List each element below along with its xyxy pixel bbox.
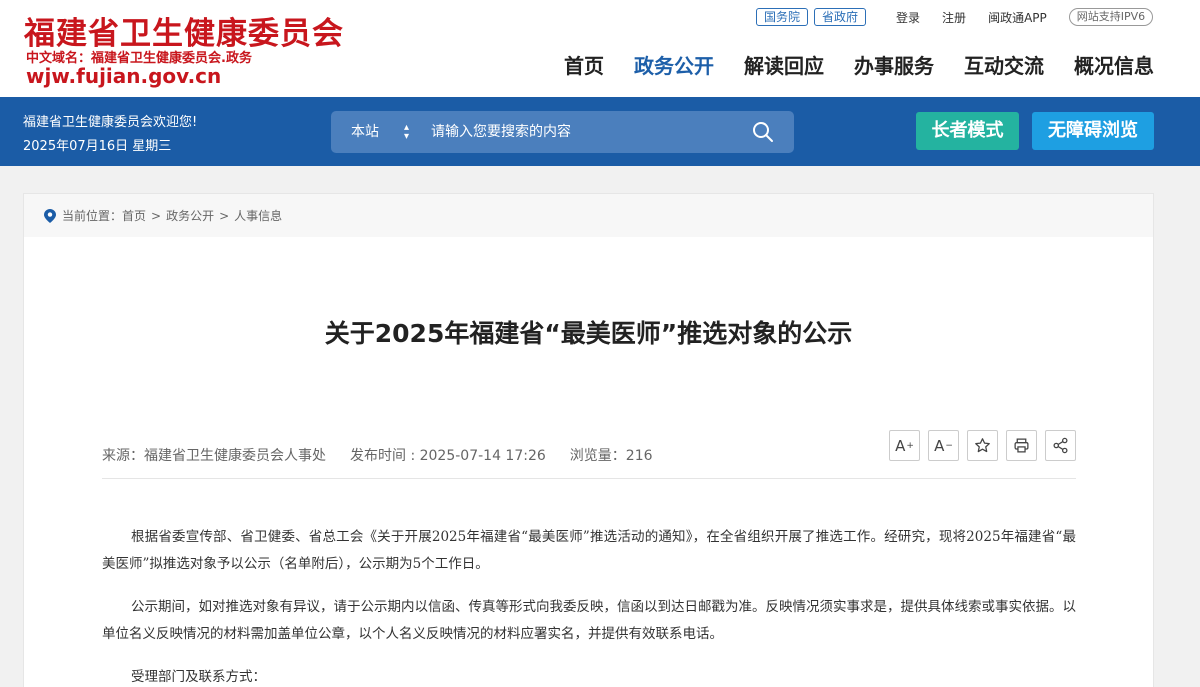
article-tools: A + A − xyxy=(889,430,1076,461)
print-button[interactable] xyxy=(1006,430,1037,461)
province-gov-link[interactable]: 省政府 xyxy=(814,8,867,26)
search-input[interactable] xyxy=(431,117,741,147)
location-pin-icon xyxy=(44,208,56,223)
breadcrumb-separator: > xyxy=(219,208,230,223)
scope-updown-icon[interactable]: ▴ ▾ xyxy=(404,111,409,142)
date-text: 2025年07月16日 星期三 xyxy=(23,139,172,154)
elder-mode-button[interactable]: 长者模式 xyxy=(916,112,1019,150)
nav-gov-affairs[interactable]: 政务公开 xyxy=(634,50,714,79)
breadcrumb-home[interactable]: 首页 xyxy=(122,207,146,224)
article-title: 关于2025年福建省“最美医师”推选对象的公示 xyxy=(324,319,853,348)
star-icon xyxy=(975,438,990,453)
share-button[interactable] xyxy=(1045,430,1076,461)
article-paragraph: 根据省委宣传部、省卫健委、省总工会《关于开展2025年福建省“最美医师”推选活动… xyxy=(102,529,1076,572)
breadcrumb-separator: > xyxy=(151,208,162,223)
article-views: 浏览量：216 xyxy=(569,448,653,464)
welcome-text: 福建省卫生健康委员会欢迎您! xyxy=(23,115,198,130)
article-body: 根据省委宣传部、省卫健委、省总工会《关于开展2025年福建省“最美医师”推选活动… xyxy=(102,524,1076,687)
favorite-button[interactable] xyxy=(967,430,998,461)
nav-interaction[interactable]: 互动交流 xyxy=(964,50,1044,79)
breadcrumb-label: 当前位置： xyxy=(62,209,123,223)
site-domain-url: wjw.fujian.gov.cn xyxy=(26,64,222,88)
nav-home[interactable]: 首页 xyxy=(564,50,604,79)
ipv6-badge: 网站支持IPV6 xyxy=(1068,8,1154,26)
font-decrease-button[interactable]: A − xyxy=(928,430,959,461)
search-icon[interactable] xyxy=(751,120,775,144)
font-increase-label: A xyxy=(895,436,906,455)
font-decrease-label: A xyxy=(934,436,945,455)
content-panel: 当前位置： 首页 > 政务公开 > 人事信息 关于2025年福建省“最美医师”推… xyxy=(23,193,1154,687)
article-source: 来源：福建省卫生健康委员会人事处 xyxy=(102,448,326,464)
search-box: 本站 ▴ ▾ xyxy=(331,111,794,153)
welcome-search-bar: 福建省卫生健康委员会欢迎您! 2025年07月16日 星期三 本站 ▴▾ 长者模… xyxy=(0,97,1200,166)
site-header: 福建省卫生健康委员会 中文域名：福建省卫生健康委员会.政务 wjw.fujian… xyxy=(0,0,1200,97)
nav-overview[interactable]: 概况信息 xyxy=(1074,50,1154,79)
article-publish-time: 发布时间 : 2025-07-14 17:26 xyxy=(350,448,546,464)
search-scope-select[interactable]: 本站 xyxy=(351,111,379,153)
register-link[interactable]: 注册 xyxy=(942,9,966,26)
article-paragraph: 受理部门及联系方式： xyxy=(131,669,266,685)
share-icon xyxy=(1053,437,1068,454)
main-nav: 首页 政务公开 解读回应 办事服务 互动交流 概况信息 xyxy=(534,50,1154,79)
breadcrumb: 当前位置： 首页 > 政务公开 > 人事信息 xyxy=(24,194,1153,237)
top-links: 国务院 省政府 登录 注册 闽政通APP 网站支持IPV6 xyxy=(756,7,1154,27)
nav-services[interactable]: 办事服务 xyxy=(854,50,934,79)
accessible-browse-button[interactable]: 无障碍浏览 xyxy=(1032,112,1154,150)
printer-icon xyxy=(1014,438,1029,453)
breadcrumb-gov-affairs[interactable]: 政务公开 xyxy=(166,207,214,224)
nav-interpretation[interactable]: 解读回应 xyxy=(744,50,824,79)
breadcrumb-personnel[interactable]: 人事信息 xyxy=(234,207,282,224)
app-link[interactable]: 闽政通APP xyxy=(988,9,1047,26)
article-meta: 来源：福建省卫生健康委员会人事处 发布时间 : 2025-07-14 17:26… xyxy=(102,445,653,465)
state-council-link[interactable]: 国务院 xyxy=(756,8,809,26)
font-increase-button[interactable]: A + xyxy=(889,430,920,461)
login-link[interactable]: 登录 xyxy=(896,9,920,26)
article-paragraph: 公示期间，如对推选对象有异议，请于公示期内以信函、传真等形式向我委反映，信函以到… xyxy=(102,599,1076,642)
meta-divider xyxy=(102,478,1076,479)
